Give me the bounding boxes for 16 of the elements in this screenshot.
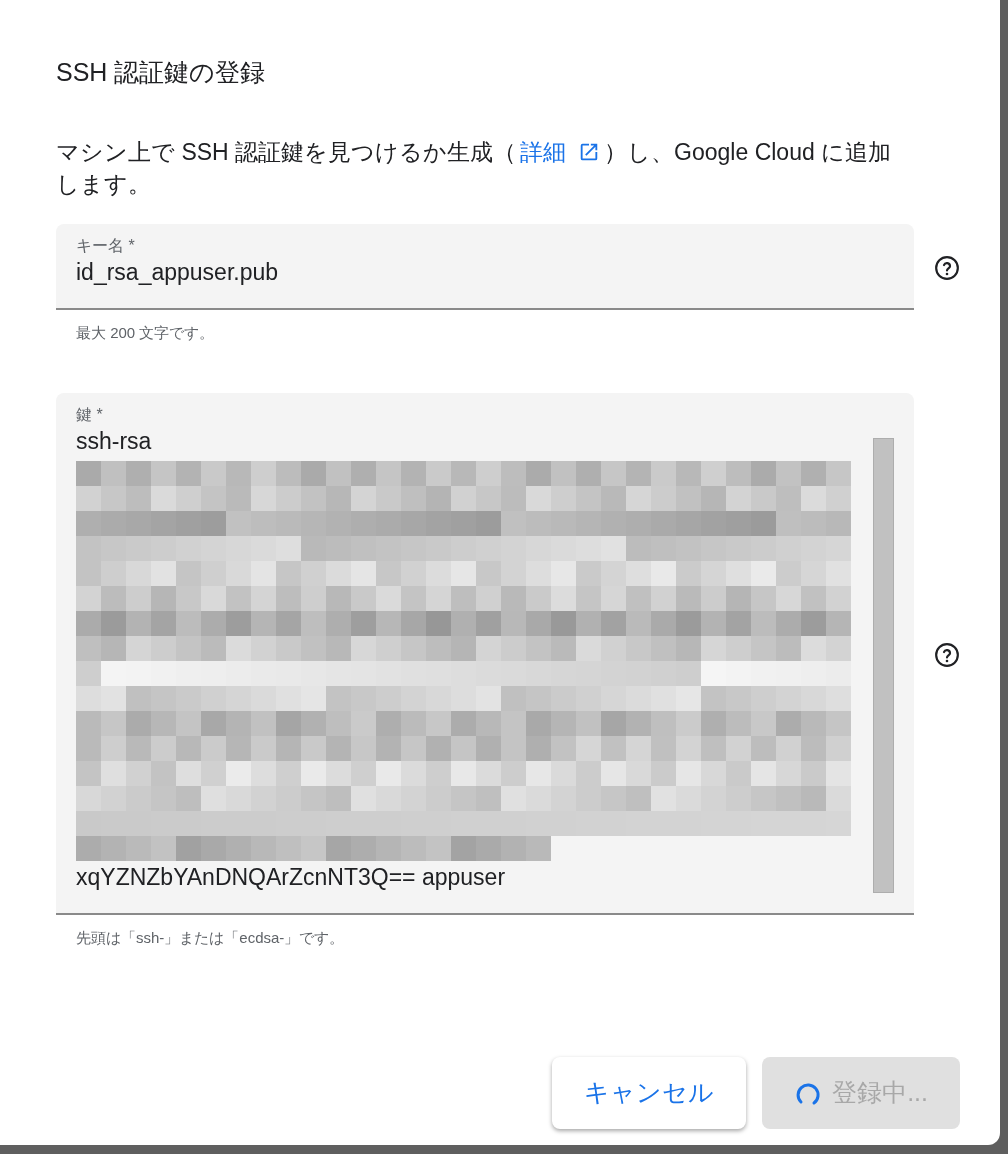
field-value: ssh-rsa [76, 426, 153, 456]
field-label: キー名 * [76, 236, 136, 256]
description-text: マシン上で SSH 認証鍵を見つけるか生成（ 詳細 ）し、Google Cloud に追加します。 [56, 136, 960, 200]
help-icon[interactable] [934, 255, 960, 282]
field-value: xqYZNZbYAnDNQArZcnNT3Q== appuser [76, 862, 507, 892]
key-textarea[interactable]: 鍵 * ssh-rsa xqYZNZbYAnDNQArZcnNT3Q== appuser [56, 392, 914, 915]
field-hint: 先頭は「ssh-」または「ecdsa-」です。 [75, 927, 346, 948]
scrollbar[interactable] [873, 437, 894, 893]
key-name-field[interactable]: キー名 * id_rsa_appuser.pub [56, 224, 914, 310]
field-value: id_rsa_appuser.pub [76, 258, 280, 287]
details-link[interactable]: 詳細 [520, 136, 601, 168]
field-label: 鍵 * [76, 404, 104, 425]
field-hint: 最大 200 文字です。 [75, 323, 216, 343]
dialog-title: SSH 認証鍵の登録 [56, 57, 267, 88]
help-icon[interactable] [934, 641, 960, 668]
cancel-button[interactable]: キャンセル [552, 1057, 747, 1129]
